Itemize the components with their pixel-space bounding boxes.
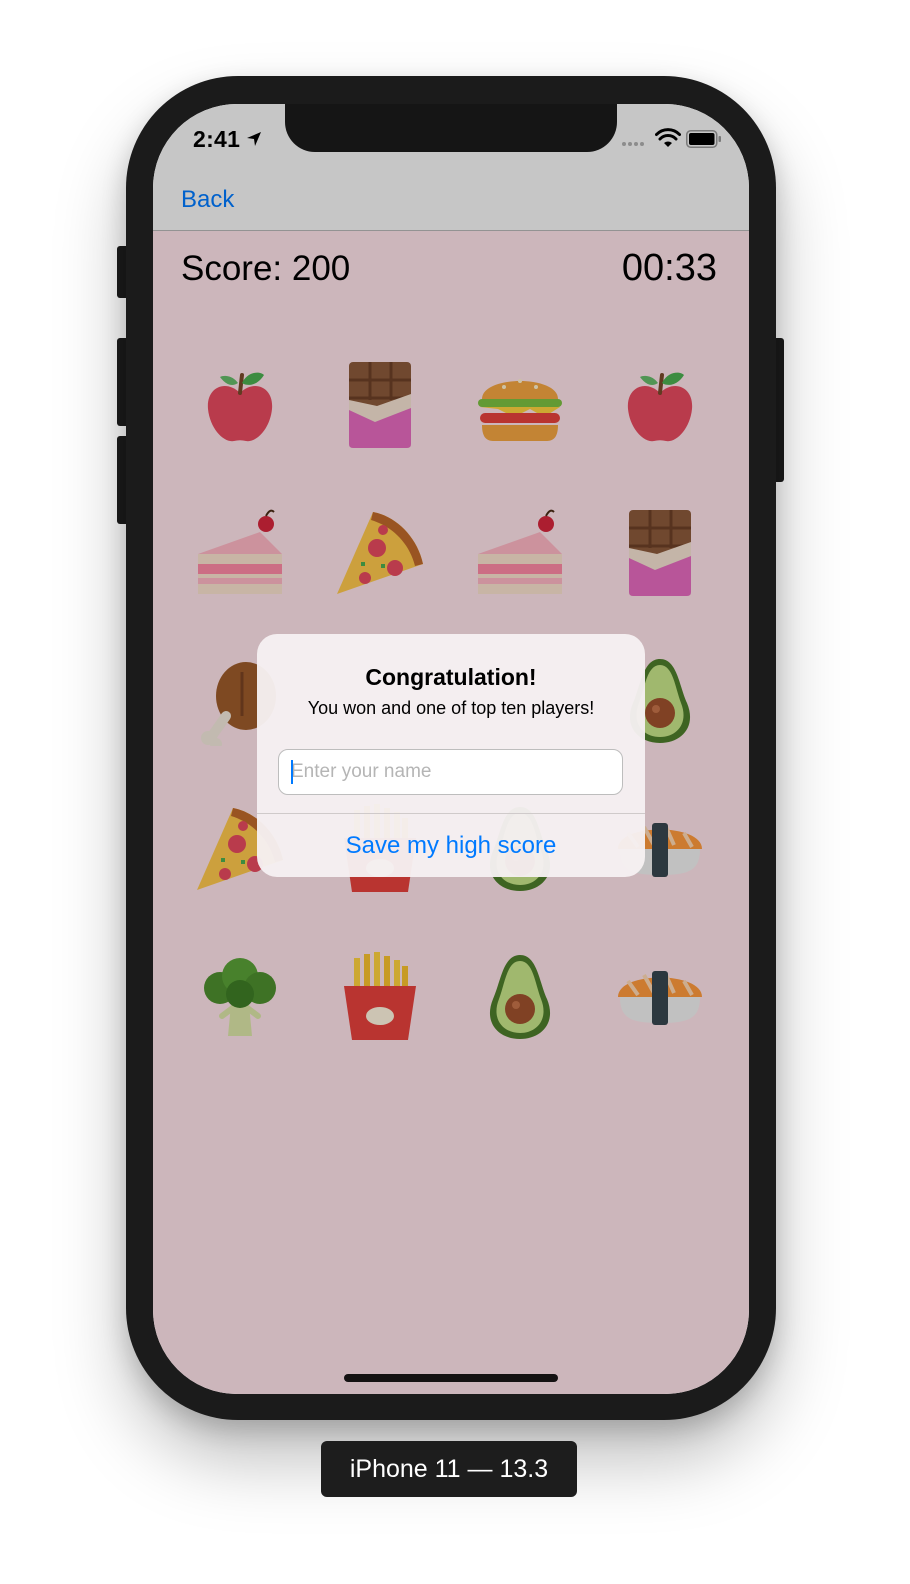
device-label: iPhone 11 — 13.3	[321, 1441, 577, 1497]
text-cursor	[291, 760, 293, 784]
name-input[interactable]	[278, 749, 623, 795]
phone-screen: 2:41 Back Score: 200 00:33 Congratulatio…	[153, 104, 749, 1394]
alert-message: You won and one of top ten players!	[307, 698, 595, 718]
alert-title: Congratulation!	[365, 664, 537, 690]
high-score-alert: Congratulation! You won and one of top t…	[257, 634, 645, 877]
save-high-score-button[interactable]: Save my high score	[257, 814, 645, 877]
home-indicator	[344, 1374, 558, 1382]
